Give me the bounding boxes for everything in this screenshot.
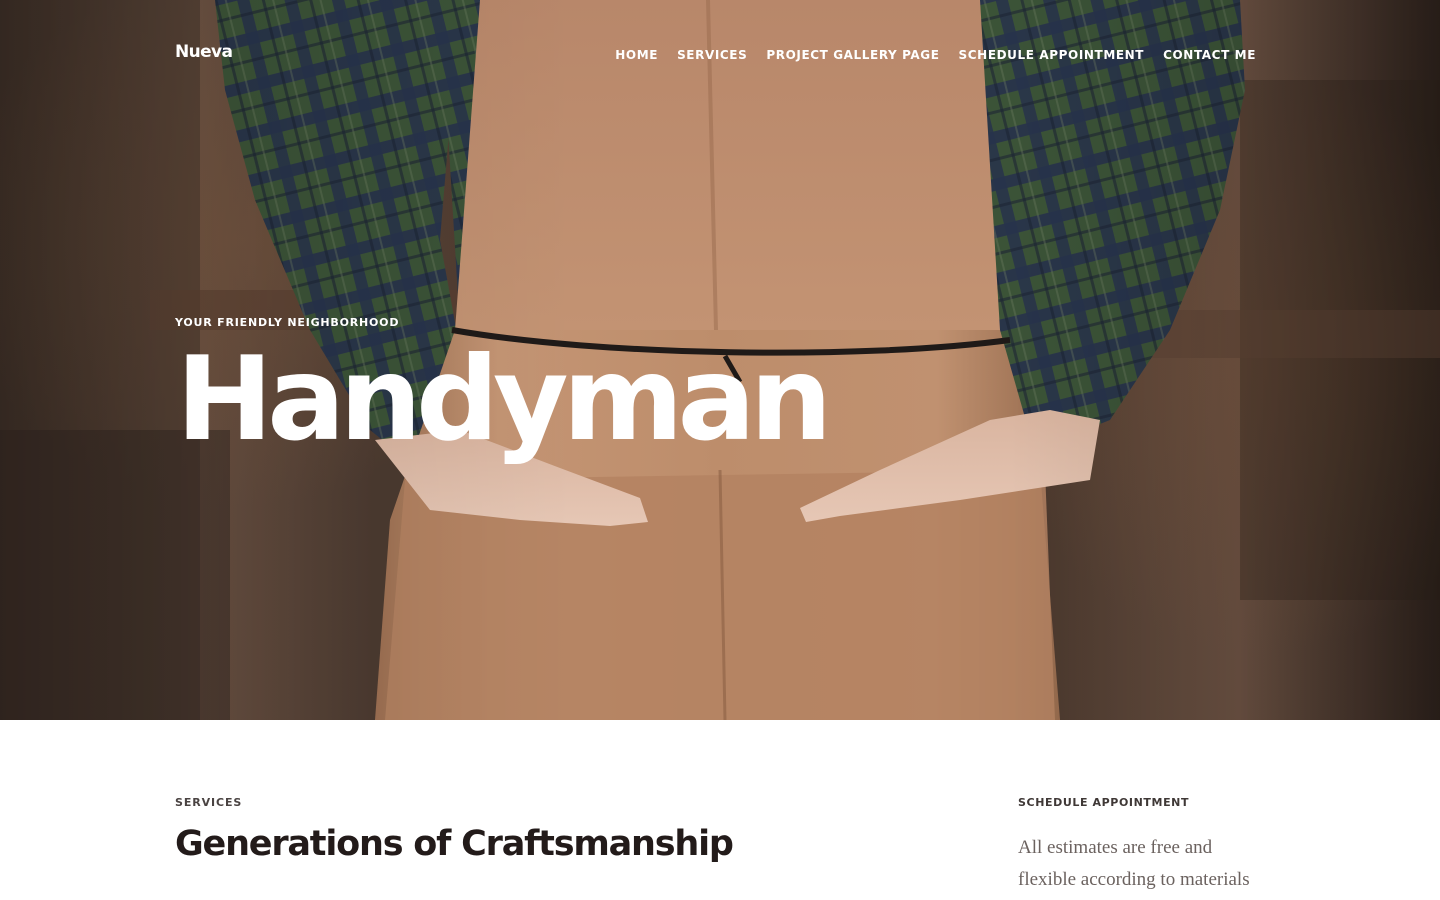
nav-link-project-gallery[interactable]: PROJECT GALLERY PAGE: [766, 46, 939, 64]
nav-link-schedule-appointment[interactable]: SCHEDULE APPOINTMENT: [959, 46, 1145, 64]
site-logo[interactable]: Nueva: [175, 42, 233, 62]
nav-link-home[interactable]: HOME: [615, 46, 658, 64]
nav-link-services[interactable]: SERVICES: [677, 46, 747, 64]
services-title: Generations of Craftsmanship: [175, 824, 734, 864]
nav-link-contact[interactable]: CONTACT ME: [1163, 46, 1256, 64]
site-header: Nueva HOME SERVICES PROJECT GALLERY PAGE…: [0, 0, 1440, 110]
services-section: SERVICES Generations of Craftsmanship SC…: [0, 720, 1440, 900]
hero-title: Handyman: [176, 332, 832, 467]
schedule-appointment-heading: SCHEDULE APPOINTMENT: [1018, 796, 1190, 809]
main-navigation: HOME SERVICES PROJECT GALLERY PAGE SCHED…: [615, 46, 1256, 64]
schedule-appointment-text: All estimates are free and flexible acco…: [1018, 837, 1250, 890]
services-eyebrow: SERVICES: [175, 796, 243, 809]
hero-eyebrow: YOUR FRIENDLY NEIGHBORHOOD: [175, 316, 400, 329]
